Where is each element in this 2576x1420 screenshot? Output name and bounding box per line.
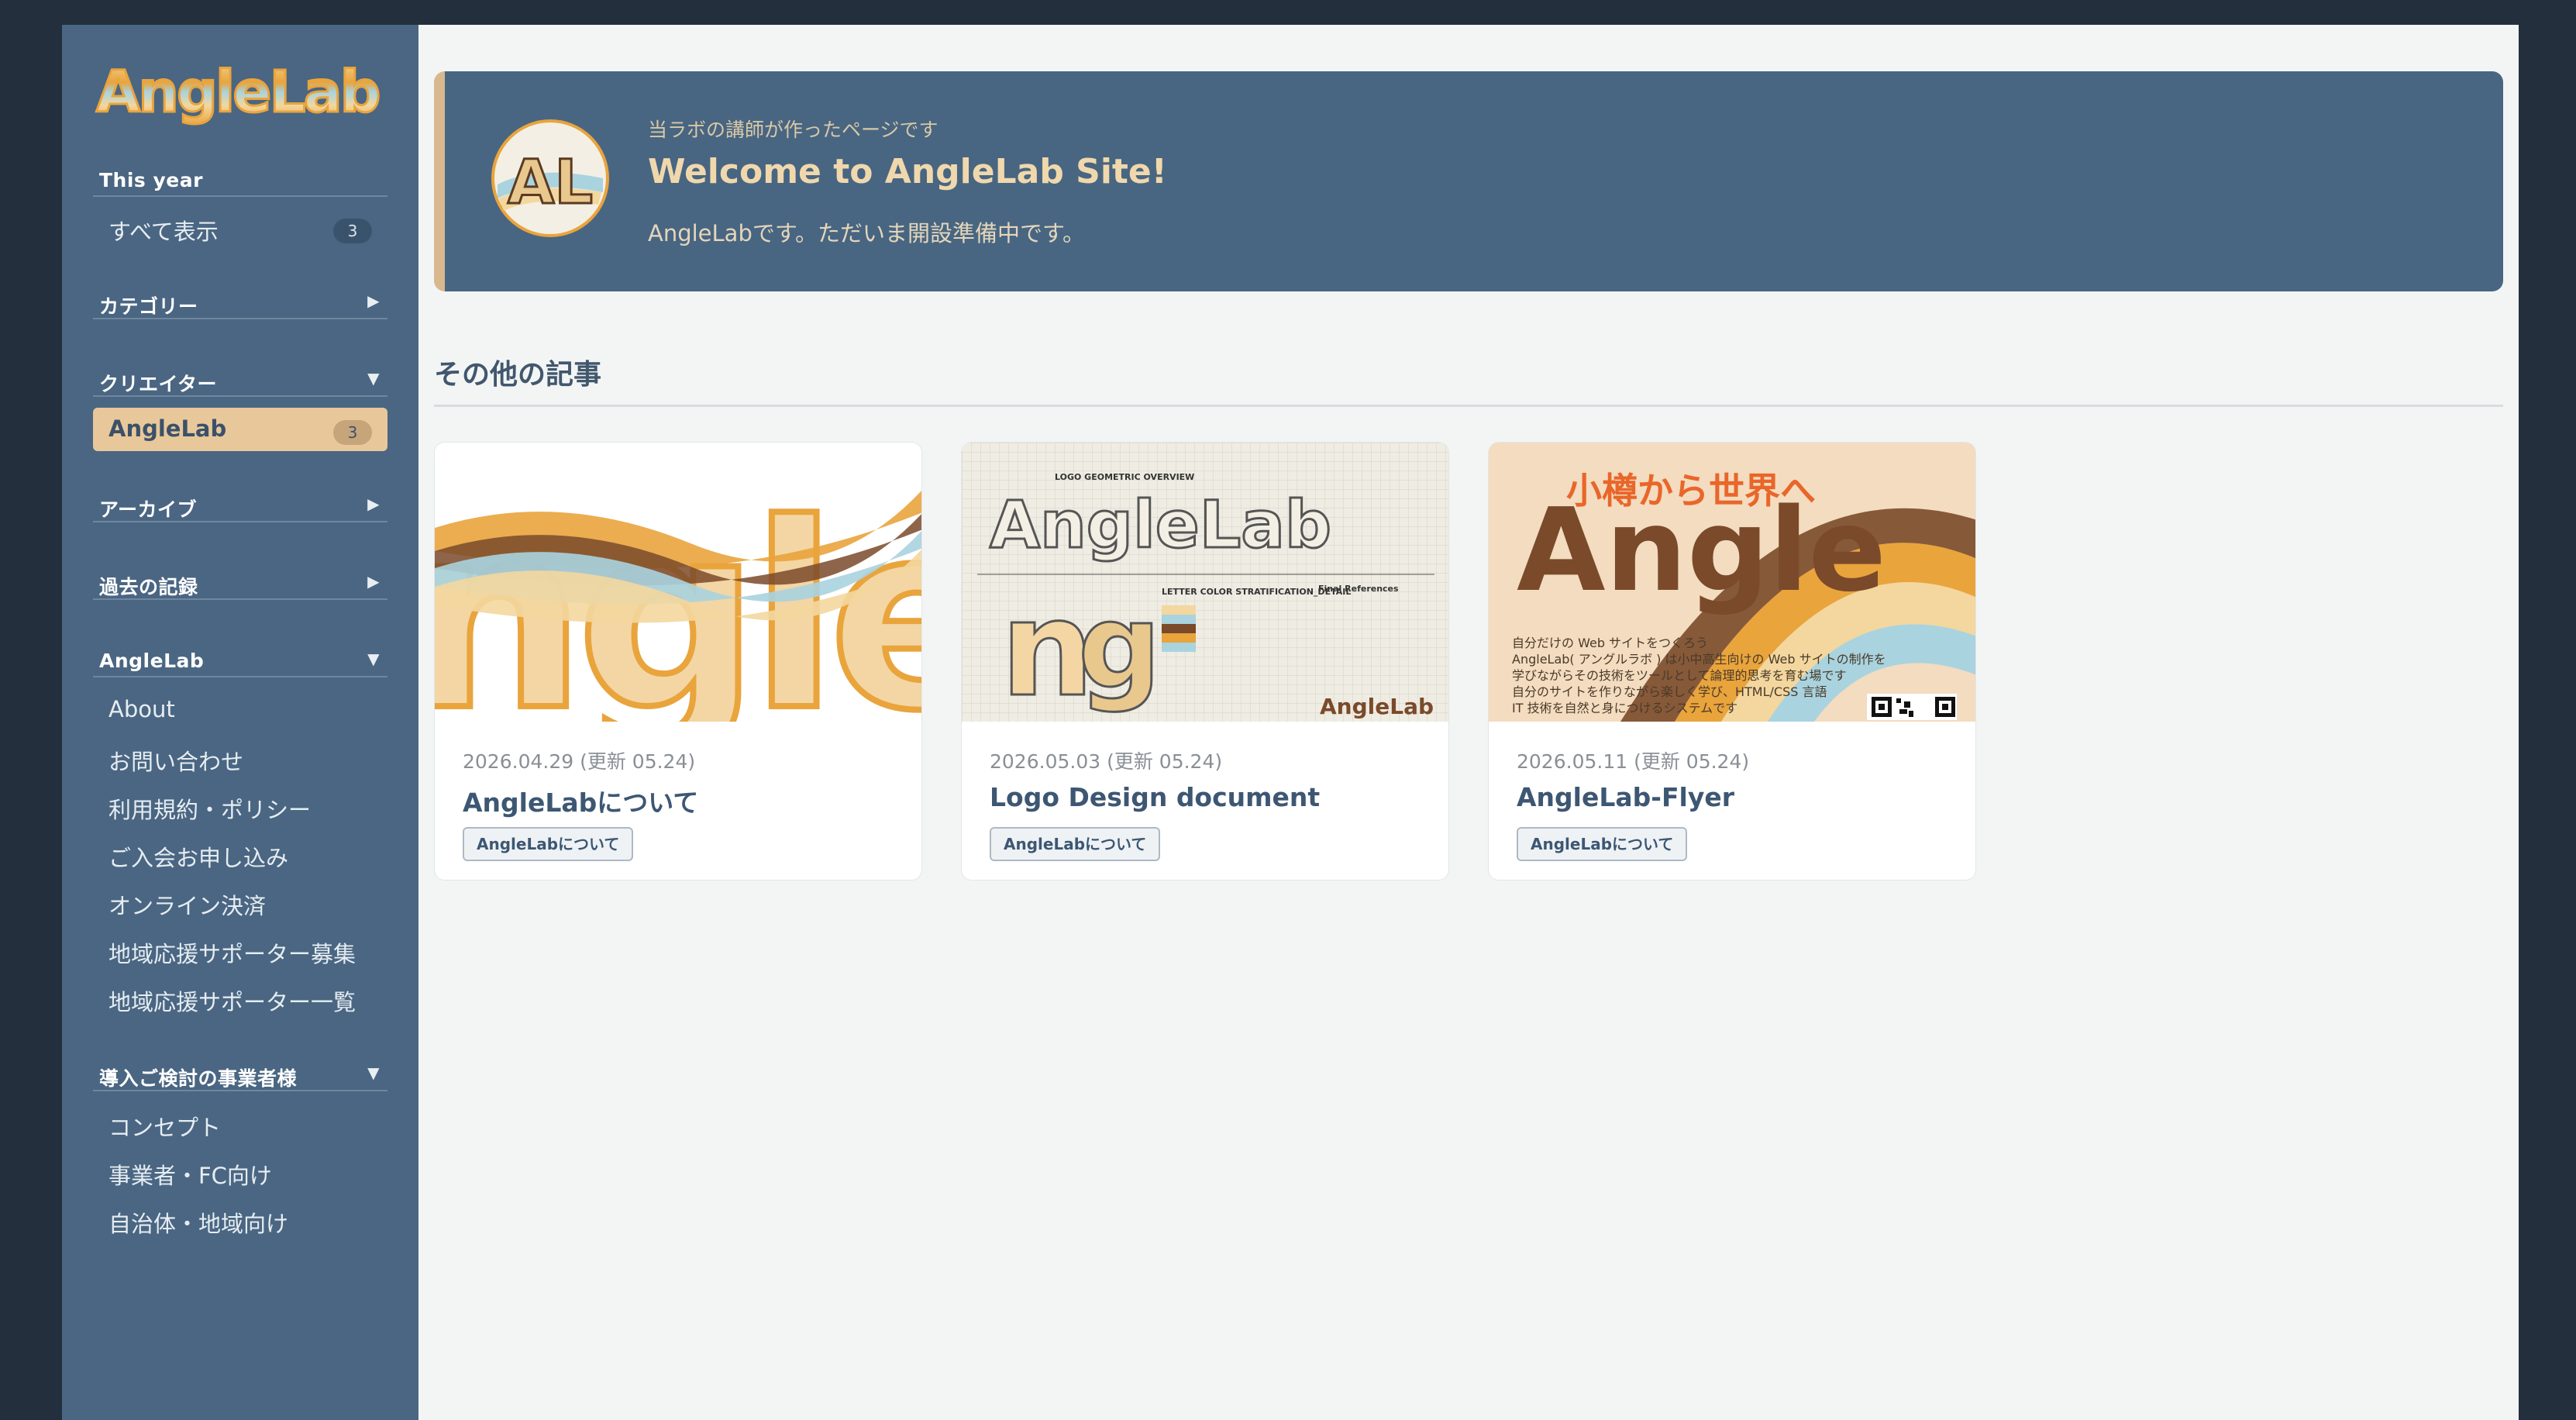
category-tag[interactable]: AngleLabについて bbox=[463, 827, 634, 861]
svg-text:g: g bbox=[1078, 580, 1161, 715]
section-categories-toggle[interactable]: カテゴリー ▶ bbox=[93, 287, 387, 319]
svg-text:AngleLab: AngleLab bbox=[990, 487, 1331, 563]
sidebar-item-business-fc[interactable]: 事業者・FC向け bbox=[93, 1150, 387, 1194]
svg-text:自分だけの Web サイトをつくろう: 自分だけの Web サイトをつくろう bbox=[1512, 636, 1708, 650]
article-title[interactable]: AngleLabについて bbox=[463, 782, 698, 819]
sidebar-item-creator-anglelab[interactable]: AngleLab 3 bbox=[93, 408, 387, 451]
article-thumbnail: 小樽から世界へ Angle 自分だけの Web サイトをつくろう AngleLa… bbox=[1489, 443, 1975, 722]
logo-icon: AngleLab bbox=[95, 58, 383, 127]
article-card[interactable]: ngleL 2026.04.29 (更新 05.24) AngleLabについて… bbox=[434, 442, 922, 881]
section-business-toggle[interactable]: 導入ご検討の事業者様 ▼ bbox=[93, 1059, 387, 1091]
article-card[interactable]: 小樽から世界へ Angle 自分だけの Web サイトをつくろう AngleLa… bbox=[1488, 442, 1976, 881]
section-creators-toggle[interactable]: クリエイター ▼ bbox=[93, 364, 387, 397]
chevron-down-icon: ▼ bbox=[367, 1063, 380, 1082]
divider bbox=[434, 405, 2503, 407]
svg-text:AngleLab: AngleLab bbox=[96, 59, 379, 126]
banner-kicker: 当ラボの講師が作ったページです bbox=[648, 119, 938, 141]
sidebar-item-about[interactable]: About bbox=[93, 688, 387, 732]
chevron-down-icon: ▼ bbox=[367, 650, 380, 668]
svg-text:Angle: Angle bbox=[1517, 484, 1886, 617]
banner-title: Welcome to AngleLab Site! bbox=[648, 152, 1167, 191]
chevron-right-icon: ▶ bbox=[367, 572, 380, 591]
svg-text:Final References: Final References bbox=[1318, 584, 1399, 594]
page-frame: AngleLab This year すべて表示 3 カテゴリー ▶ クリエイタ… bbox=[62, 25, 2519, 1420]
chevron-right-icon: ▶ bbox=[367, 291, 380, 310]
article-date: 2026.05.03 (更新 05.24) bbox=[990, 750, 1223, 773]
banner-subtitle: AngleLabです。ただいま開設準備中です。 bbox=[648, 220, 1086, 246]
avatar[interactable]: AL bbox=[490, 118, 611, 239]
svg-text:AngleLab: AngleLab bbox=[1320, 694, 1434, 719]
main-content: AL 当ラボの講師が作ったページです Welcome to AngleLab S… bbox=[418, 25, 2519, 1420]
article-thumbnail: ngleL bbox=[435, 443, 921, 722]
sidebar: AngleLab This year すべて表示 3 カテゴリー ▶ クリエイタ… bbox=[62, 25, 418, 1420]
article-date: 2026.04.29 (更新 05.24) bbox=[463, 750, 696, 773]
sidebar-item-municipal[interactable]: 自治体・地域向け bbox=[93, 1198, 387, 1242]
sidebar-item-show-all[interactable]: すべて表示 3 bbox=[93, 206, 387, 250]
article-title[interactable]: Logo Design document bbox=[990, 782, 1320, 812]
category-tag[interactable]: AngleLabについて bbox=[1517, 827, 1688, 861]
sidebar-item-payment[interactable]: オンライン決済 bbox=[93, 881, 387, 924]
svg-text:学びながらその技術をツールとして論理的思考を育む場です: 学びながらその技術をツールとして論理的思考を育む場です bbox=[1512, 668, 1847, 683]
sidebar-item-concept[interactable]: コンセプト bbox=[93, 1102, 387, 1146]
svg-text:IT 技術を自然と身につけるシステムです: IT 技術を自然と身につけるシステムです bbox=[1512, 701, 1737, 715]
article-card[interactable]: LOGO GEOMETRIC OVERVIEW AngleLab n g LET… bbox=[961, 442, 1449, 881]
article-date: 2026.05.11 (更新 05.24) bbox=[1517, 750, 1750, 773]
site-logo[interactable]: AngleLab bbox=[93, 53, 387, 138]
section-this-year: This year bbox=[93, 164, 387, 197]
section-title: その他の記事 bbox=[434, 359, 602, 391]
anglelab-avatar-icon: AL bbox=[491, 119, 609, 237]
count-badge: 3 bbox=[333, 219, 372, 243]
sidebar-item-supporter-recruit[interactable]: 地域応援サポーター募集 bbox=[93, 929, 387, 972]
article-title[interactable]: AngleLab-Flyer bbox=[1517, 782, 1734, 812]
welcome-banner: AL 当ラボの講師が作ったページです Welcome to AngleLab S… bbox=[434, 71, 2503, 291]
section-past-toggle[interactable]: 過去の記録 ▶ bbox=[93, 567, 387, 600]
section-archive-toggle[interactable]: アーカイブ ▶ bbox=[93, 490, 387, 522]
sidebar-item-signup[interactable]: ご入会お申し込み bbox=[93, 832, 387, 876]
chevron-right-icon: ▶ bbox=[367, 495, 380, 513]
category-tag[interactable]: AngleLabについて bbox=[990, 827, 1161, 861]
article-thumbnail: LOGO GEOMETRIC OVERVIEW AngleLab n g LET… bbox=[962, 443, 1448, 722]
chevron-down-icon: ▼ bbox=[367, 369, 380, 388]
section-anglelab-toggle[interactable]: AngleLab ▼ bbox=[93, 645, 387, 677]
sidebar-item-contact[interactable]: お問い合わせ bbox=[93, 736, 387, 780]
sidebar-item-supporter-list[interactable]: 地域応援サポーター一覧 bbox=[93, 977, 387, 1020]
svg-text:自分のサイトを作りながら楽しく学び、HTML/CSS 言語: 自分のサイトを作りながら楽しく学び、HTML/CSS 言語 bbox=[1512, 684, 1827, 699]
svg-text:AL: AL bbox=[508, 148, 593, 218]
svg-text:LOGO GEOMETRIC OVERVIEW: LOGO GEOMETRIC OVERVIEW bbox=[1055, 472, 1194, 482]
svg-text:AngleLab( アングルラボ ) は小中高生向けの We: AngleLab( アングルラボ ) は小中高生向けの Web サイトの制作を bbox=[1512, 652, 1886, 667]
sidebar-item-terms[interactable]: 利用規約・ポリシー bbox=[93, 784, 387, 828]
count-badge: 3 bbox=[333, 420, 372, 445]
